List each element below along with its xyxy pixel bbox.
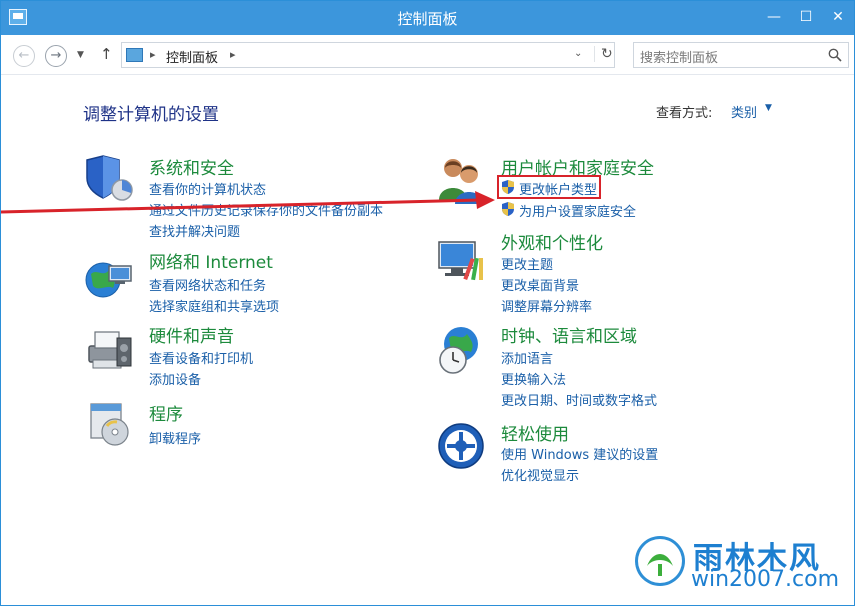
content-area: 调整计算机的设置 查看方式: 类别 ▼ 系统和安全 查看你的计算机状态 通过文件… bbox=[1, 76, 854, 605]
close-button[interactable]: ✕ bbox=[823, 1, 853, 35]
page-title: 调整计算机的设置 bbox=[83, 105, 219, 125]
category-title[interactable]: 程序 bbox=[149, 400, 183, 425]
link-family-safety[interactable]: 为用户设置家庭安全 bbox=[519, 201, 636, 220]
search-icon[interactable] bbox=[828, 48, 842, 62]
window-title: 控制面板 bbox=[397, 10, 458, 28]
category-title[interactable]: 轻松使用 bbox=[501, 420, 569, 445]
address-bar[interactable]: ▸ 控制面板 ▸ ⌄ ↻ bbox=[121, 42, 615, 68]
link-windows-recommended-settings[interactable]: 使用 Windows 建议的设置 bbox=[501, 444, 658, 463]
search-input[interactable]: 搜索控制面板 bbox=[633, 42, 849, 68]
view-by-label: 查看方式: bbox=[656, 106, 713, 121]
breadcrumb-separator-icon[interactable]: ▸ bbox=[150, 48, 156, 61]
uac-shield-icon bbox=[502, 202, 514, 216]
link-network-status[interactable]: 查看网络状态和任务 bbox=[149, 275, 266, 294]
watermark-logo-icon bbox=[635, 536, 685, 586]
link-screen-resolution[interactable]: 调整屏幕分辨率 bbox=[501, 296, 592, 315]
breadcrumb-control-panel[interactable]: 控制面板 bbox=[166, 47, 218, 66]
annotation-arrow-icon bbox=[1, 191, 495, 214]
control-panel-icon bbox=[126, 48, 143, 62]
forward-arrow-icon[interactable]: → bbox=[45, 45, 67, 67]
ease-of-access-icon[interactable] bbox=[435, 420, 487, 472]
clock-globe-icon[interactable] bbox=[435, 324, 487, 376]
category-title[interactable]: 网络和 Internet bbox=[149, 248, 273, 273]
minimize-button[interactable]: — bbox=[759, 1, 789, 35]
navigation-bar: ← → ▼ ↑ ▸ 控制面板 ▸ ⌄ ↻ 搜索控制面板 bbox=[1, 35, 854, 75]
link-change-theme[interactable]: 更改主题 bbox=[501, 254, 553, 273]
link-add-language[interactable]: 添加语言 bbox=[501, 348, 553, 367]
link-optimize-visual-display[interactable]: 优化视觉显示 bbox=[501, 465, 579, 484]
category-title[interactable]: 硬件和声音 bbox=[149, 322, 234, 347]
control-panel-window: 控制面板 — ☐ ✕ ← → ▼ ↑ ▸ 控制面板 ▸ ⌄ ↻ 搜索控制面板 调… bbox=[0, 0, 855, 606]
link-troubleshoot[interactable]: 查找并解决问题 bbox=[149, 221, 240, 240]
refresh-icon[interactable]: ↻ bbox=[594, 46, 613, 62]
recent-locations-chevron-icon[interactable]: ▼ bbox=[77, 50, 84, 60]
printer-icon[interactable] bbox=[83, 324, 135, 376]
link-change-input-method[interactable]: 更换输入法 bbox=[501, 369, 566, 388]
network-globe-icon[interactable] bbox=[83, 254, 135, 306]
search-placeholder: 搜索控制面板 bbox=[640, 51, 719, 66]
address-dropdown-chevron-icon[interactable]: ⌄ bbox=[574, 48, 582, 59]
watermark-site: win2007.com bbox=[691, 567, 840, 592]
link-homegroup-sharing[interactable]: 选择家庭组和共享选项 bbox=[149, 296, 279, 315]
link-add-device[interactable]: 添加设备 bbox=[149, 369, 201, 388]
up-arrow-icon[interactable]: ↑ bbox=[100, 45, 113, 63]
maximize-button[interactable]: ☐ bbox=[791, 1, 821, 35]
appearance-monitor-icon[interactable] bbox=[435, 236, 487, 288]
breadcrumb-separator-icon[interactable]: ▸ bbox=[230, 48, 236, 61]
back-arrow-icon[interactable]: ← bbox=[13, 45, 35, 67]
link-uninstall-program[interactable]: 卸载程序 bbox=[149, 428, 201, 447]
view-by-dropdown[interactable]: 类别 bbox=[731, 102, 757, 121]
category-title[interactable]: 外观和个性化 bbox=[501, 229, 603, 254]
link-date-time-format[interactable]: 更改日期、时间或数字格式 bbox=[501, 390, 657, 409]
link-desktop-background[interactable]: 更改桌面背景 bbox=[501, 275, 579, 294]
view-by-chevron-icon[interactable]: ▼ bbox=[765, 103, 772, 113]
category-title[interactable]: 时钟、语言和区域 bbox=[501, 322, 637, 347]
link-devices-printers[interactable]: 查看设备和打印机 bbox=[149, 348, 253, 367]
annotation-highlight-box bbox=[497, 175, 601, 199]
programs-icon[interactable] bbox=[83, 398, 135, 450]
category-title[interactable]: 系统和安全 bbox=[149, 154, 234, 179]
title-bar[interactable]: 控制面板 — ☐ ✕ bbox=[1, 1, 854, 35]
